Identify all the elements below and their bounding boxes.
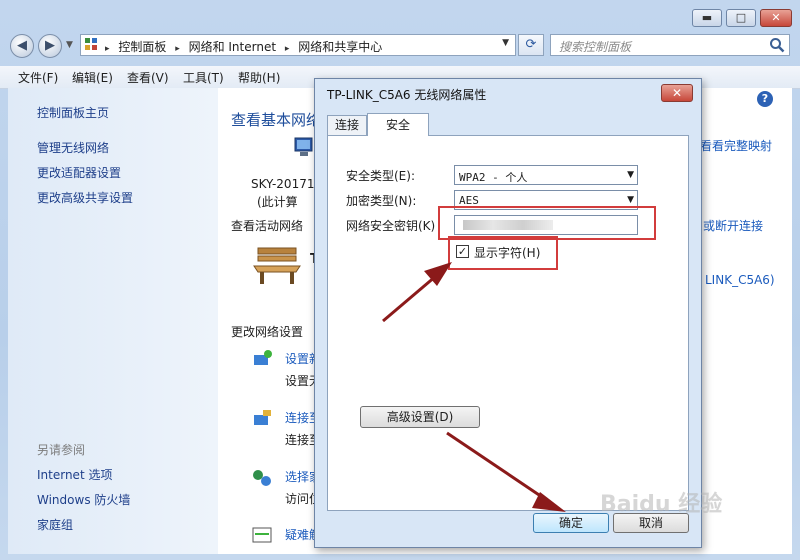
see-also-heading: 另请参阅: [37, 443, 86, 457]
recent-pages-chevron-icon[interactable]: ▼: [66, 40, 73, 50]
key-highlight-box: [438, 206, 656, 240]
breadcrumb-network-sharing-center[interactable]: 网络和共享中心: [298, 40, 382, 54]
minimize-button[interactable]: ▬: [692, 9, 722, 27]
search-input[interactable]: 搜索控制面板: [550, 34, 790, 56]
search-icon[interactable]: [769, 37, 785, 53]
security-tab-panel: 安全类型(E): WPA2 - 个人 ▼ 加密类型(N): AES ▼ 网络安全…: [327, 135, 689, 511]
homegroup-icon: [253, 470, 271, 486]
full-map-link[interactable]: 看看完整映射: [700, 137, 772, 154]
address-dropdown-icon[interactable]: ▼: [502, 38, 509, 48]
wireless-properties-dialog: TP-LINK_C5A6 无线网络属性 ✕ 连接 安全 安全类型(E): WPA…: [314, 78, 702, 548]
breadcrumb-separator: ▸: [284, 44, 290, 54]
tab-connection[interactable]: 连接: [327, 115, 367, 135]
sidebar-item-manage-wireless[interactable]: 管理无线网络: [37, 139, 109, 156]
control-panel-icon: [85, 38, 99, 52]
page-title: 查看基本网络: [231, 111, 322, 129]
sidebar-home-link[interactable]: 控制面板主页: [37, 104, 109, 121]
computer-name: SKY-20171: [251, 177, 315, 191]
encryption-type-label: 加密类型(N):: [346, 194, 417, 208]
menu-view[interactable]: 查看(V): [127, 69, 169, 86]
dialog-close-button[interactable]: ✕: [661, 84, 693, 102]
see-also-homegroup[interactable]: 家庭组: [37, 516, 73, 533]
menu-help[interactable]: 帮助(H): [238, 69, 280, 86]
breadcrumb-separator: ▸: [175, 44, 180, 54]
sidebar-item-adapter-settings[interactable]: 更改适配器设置: [37, 164, 121, 181]
security-type-label: 安全类型(E):: [346, 169, 415, 183]
security-key-label: 网络安全密钥(K): [346, 219, 436, 233]
ok-button[interactable]: 确定: [533, 513, 609, 533]
checkbox-highlight-box: [448, 236, 558, 270]
maximize-button[interactable]: □: [726, 9, 756, 27]
breadcrumb-control-panel[interactable]: 控制面板: [118, 40, 166, 54]
security-type-value: WPA2 - 个人: [459, 171, 528, 184]
see-also-internet-options[interactable]: Internet 选项: [37, 466, 112, 483]
watermark: Baidu 经验: [600, 492, 723, 517]
connect-to-network-icon: [254, 410, 271, 425]
see-also-windows-firewall[interactable]: Windows 防火墙: [37, 491, 130, 508]
public-network-bench-icon: [253, 247, 301, 284]
sidebar: 控制面板主页 管理无线网络 更改适配器设置 更改高级共享设置 另请参阅 Inte…: [8, 88, 218, 554]
dialog-title: TP-LINK_C5A6 无线网络属性: [327, 88, 487, 102]
computer-subtitle: (此计算: [257, 195, 298, 209]
help-icon[interactable]: ?: [757, 91, 773, 107]
advanced-settings-button[interactable]: 高级设置(D): [360, 406, 480, 428]
chevron-down-icon: ▼: [627, 170, 634, 180]
chevron-down-icon: ▼: [627, 195, 634, 205]
tab-security[interactable]: 安全: [367, 113, 429, 136]
refresh-icon[interactable]: ⟳: [518, 34, 544, 56]
breadcrumb-separator: ▸: [105, 44, 110, 54]
sidebar-item-advanced-sharing[interactable]: 更改高级共享设置: [37, 189, 133, 206]
forward-button[interactable]: ▶: [38, 34, 62, 58]
back-button[interactable]: ◀: [10, 34, 34, 58]
search-placeholder: 搜索控制面板: [559, 40, 632, 54]
menu-tools[interactable]: 工具(T): [183, 69, 224, 86]
wireless-network-link[interactable]: LINK_C5A6): [705, 273, 775, 287]
menu-file[interactable]: 文件(F): [18, 69, 58, 86]
setup-connection-icon: [254, 350, 272, 365]
security-type-select[interactable]: WPA2 - 个人 ▼: [454, 165, 638, 185]
address-bar[interactable]: ▸ 控制面板 ▸ 网络和 Internet ▸ 网络和共享中心 ▼: [80, 34, 516, 56]
close-button[interactable]: ✕: [760, 9, 792, 27]
change-settings-heading: 更改网络设置: [231, 325, 304, 339]
menu-edit[interactable]: 编辑(E): [72, 69, 113, 86]
active-networks-heading: 查看活动网络: [231, 219, 304, 233]
connect-disconnect-link[interactable]: 或断开连接: [703, 217, 763, 234]
troubleshoot-icon: [252, 527, 272, 543]
breadcrumb-network-internet[interactable]: 网络和 Internet: [189, 40, 276, 54]
breadcrumb: ▸ 控制面板 ▸ 网络和 Internet ▸ 网络和共享中心: [105, 38, 387, 55]
computer-icon: [294, 137, 313, 156]
